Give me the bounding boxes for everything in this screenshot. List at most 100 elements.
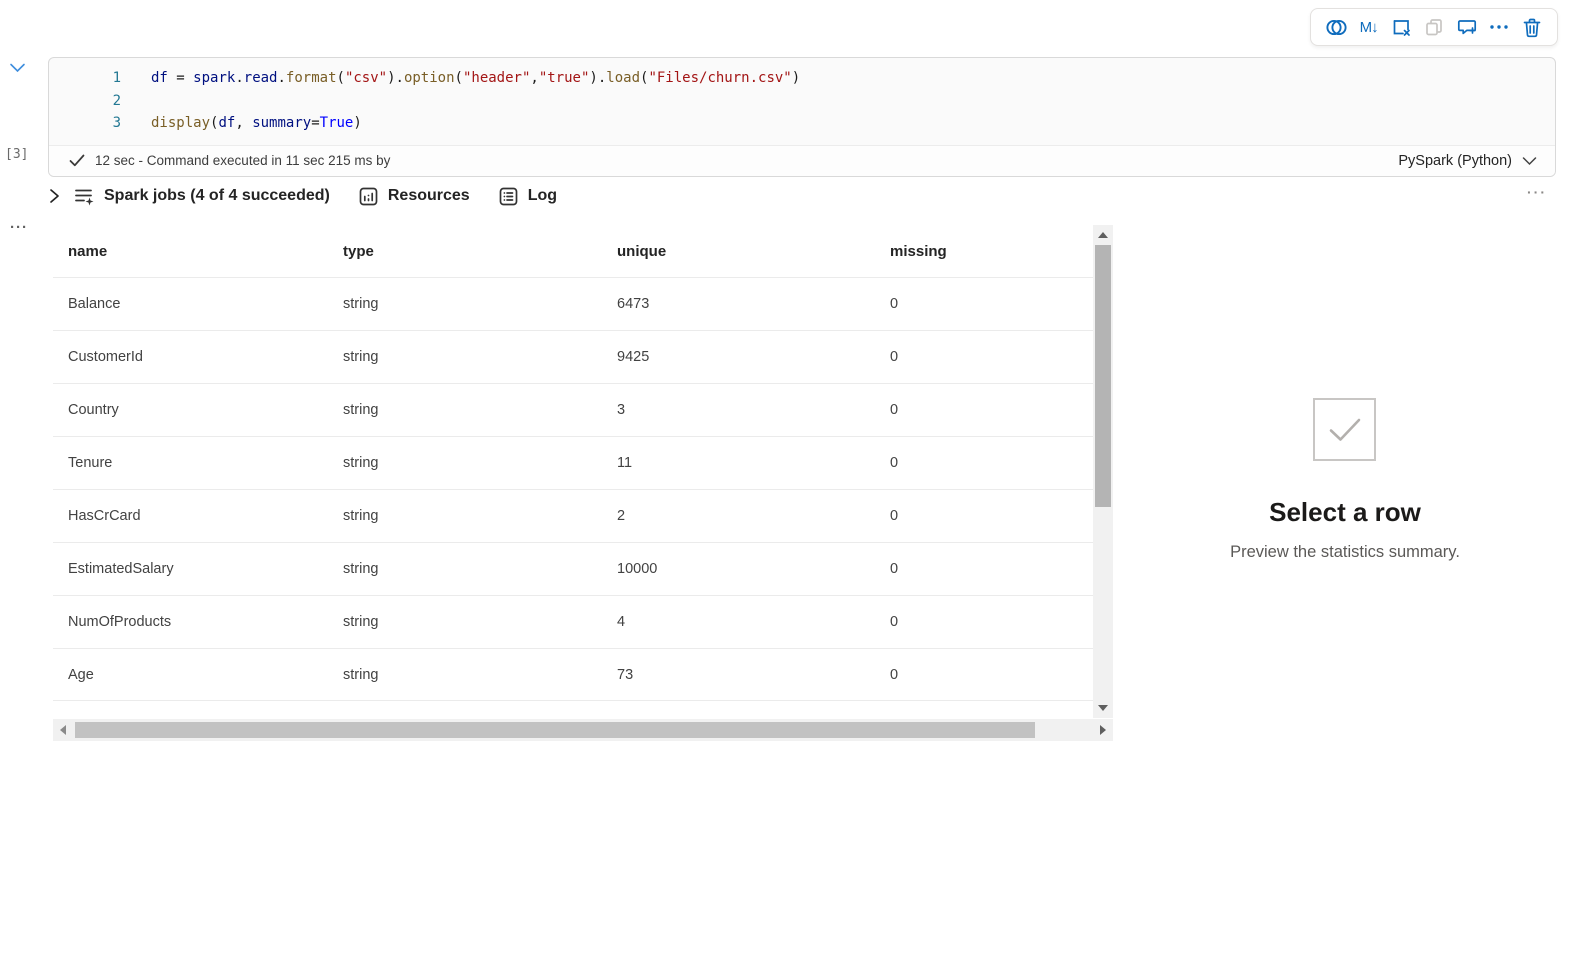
cell-more-actions[interactable]: ··· [10, 219, 28, 236]
table-row[interactable]: Balancestring64730 [53, 277, 1093, 330]
table-cell: 0 [875, 508, 1093, 524]
table-cell: 0 [875, 614, 1093, 630]
table-cell: string [328, 561, 602, 577]
table-cell: 73 [602, 667, 875, 683]
code-cell: 1df = spark.read.format("csv").option("h… [48, 57, 1556, 177]
line-number: 1 [49, 67, 121, 90]
table-cell: Balance [53, 296, 328, 312]
cell-status-bar: 12 sec - Command executed in 11 sec 215 … [49, 145, 1555, 176]
copilot-icon[interactable] [1324, 15, 1348, 39]
table-cell: HasCrCard [53, 508, 328, 524]
kernel-label: PySpark (Python) [1398, 153, 1512, 169]
table-cell: Tenure [53, 455, 328, 471]
clear-output-icon[interactable] [1389, 15, 1413, 39]
column-header: missing [875, 243, 1093, 260]
table-cell: string [328, 455, 602, 471]
scroll-left-arrow[interactable] [60, 725, 66, 735]
code-line[interactable]: 3display(df, summary=True) [49, 112, 1555, 135]
table-row[interactable]: NumOfProductsstring40 [53, 595, 1093, 648]
column-header: type [328, 243, 602, 260]
scroll-down-arrow[interactable] [1098, 705, 1108, 711]
vertical-scrollbar[interactable] [1093, 225, 1113, 718]
line-number: 2 [49, 90, 121, 113]
delete-cell-icon[interactable] [1520, 15, 1544, 39]
table-cell: 11 [602, 455, 875, 471]
table-cell: 0 [875, 561, 1093, 577]
log-label: Log [528, 187, 557, 205]
markdown-glyph: M↓ [1360, 19, 1378, 36]
table-cell: 2 [602, 508, 875, 524]
table-cell: 4 [602, 614, 875, 630]
output-more-actions[interactable]: ··· [1527, 184, 1547, 200]
collapse-cell-chevron-icon[interactable] [9, 61, 26, 79]
table-header-row: nametypeuniquemissing [53, 225, 1093, 277]
table-body: Balancestring64730CustomerIdstring94250C… [53, 277, 1093, 701]
code-editor[interactable]: 1df = spark.read.format("csv").option("h… [49, 58, 1555, 145]
table-cell: 0 [875, 667, 1093, 683]
execution-count: [3] [5, 147, 28, 162]
horizontal-scrollbar-thumb[interactable] [75, 722, 1035, 738]
table-cell: NumOfProducts [53, 614, 328, 630]
code-text [121, 90, 159, 113]
add-comment-icon[interactable] [1455, 15, 1479, 39]
table-cell: Country [53, 402, 328, 418]
column-header: unique [602, 243, 875, 260]
table-cell: 10000 [602, 561, 875, 577]
code-text: df = spark.read.format("csv").option("he… [121, 67, 800, 90]
chevron-right-icon[interactable] [48, 188, 61, 204]
kernel-selector[interactable]: PySpark (Python) [1398, 153, 1537, 169]
table-row[interactable]: HasCrCardstring20 [53, 489, 1093, 542]
horizontal-scrollbar[interactable] [53, 719, 1113, 741]
select-row-checkbox-icon [1313, 398, 1376, 461]
table-cell: 6473 [602, 296, 875, 312]
table-row[interactable]: Countrystring30 [53, 383, 1093, 436]
table-cell: 0 [875, 402, 1093, 418]
execution-status-text: 12 sec - Command executed in 11 sec 215 … [95, 153, 390, 168]
vertical-scrollbar-thumb[interactable] [1095, 245, 1111, 507]
table-cell: string [328, 296, 602, 312]
resources-icon [358, 186, 379, 207]
chevron-down-icon [1522, 156, 1537, 166]
table-row[interactable]: Tenurestring110 [53, 436, 1093, 489]
scroll-right-arrow[interactable] [1100, 725, 1106, 735]
table-row[interactable]: CustomerIdstring94250 [53, 330, 1093, 383]
output-header: Spark jobs (4 of 4 succeeded) Resources … [48, 182, 557, 210]
more-commands-icon[interactable] [1487, 15, 1511, 39]
summary-table: nametypeuniquemissing Balancestring64730… [53, 225, 1093, 701]
success-check-icon [69, 154, 85, 167]
code-lines: 1df = spark.read.format("csv").option("h… [49, 67, 1555, 135]
table-cell: 0 [875, 296, 1093, 312]
table-cell: EstimatedSalary [53, 561, 328, 577]
code-line[interactable]: 2 [49, 90, 1555, 113]
scroll-up-arrow[interactable] [1098, 232, 1108, 238]
cell-toolbar: M↓ [1310, 8, 1558, 46]
spark-jobs-icon [74, 187, 95, 206]
code-text: display(df, summary=True) [121, 112, 362, 135]
empty-state-subtitle: Preview the statistics summary. [1145, 543, 1545, 562]
resources-label: Resources [388, 187, 470, 205]
table-cell: string [328, 508, 602, 524]
table-cell: string [328, 614, 602, 630]
table-cell: CustomerId [53, 349, 328, 365]
table-cell: string [328, 667, 602, 683]
log-tab[interactable]: Log [498, 186, 557, 207]
table-cell: 3 [602, 402, 875, 418]
table-cell: Age [53, 667, 328, 683]
resources-tab[interactable]: Resources [358, 186, 470, 207]
line-number: 3 [49, 112, 121, 135]
column-header: name [53, 243, 328, 260]
table-cell: 0 [875, 349, 1093, 365]
table-row[interactable]: EstimatedSalarystring100000 [53, 542, 1093, 595]
copy-cell-icon [1422, 15, 1446, 39]
convert-to-markdown-icon[interactable]: M↓ [1357, 15, 1381, 39]
code-line[interactable]: 1df = spark.read.format("csv").option("h… [49, 67, 1555, 90]
table-row[interactable]: Agestring730 [53, 648, 1093, 701]
table-cell: string [328, 402, 602, 418]
empty-state-title: Select a row [1145, 497, 1545, 528]
spark-jobs-toggle[interactable]: Spark jobs (4 of 4 succeeded) [74, 187, 330, 206]
table-cell: string [328, 349, 602, 365]
spark-jobs-label: Spark jobs (4 of 4 succeeded) [104, 187, 330, 205]
table-cell: 9425 [602, 349, 875, 365]
log-icon [498, 186, 519, 207]
table-cell: 0 [875, 455, 1093, 471]
